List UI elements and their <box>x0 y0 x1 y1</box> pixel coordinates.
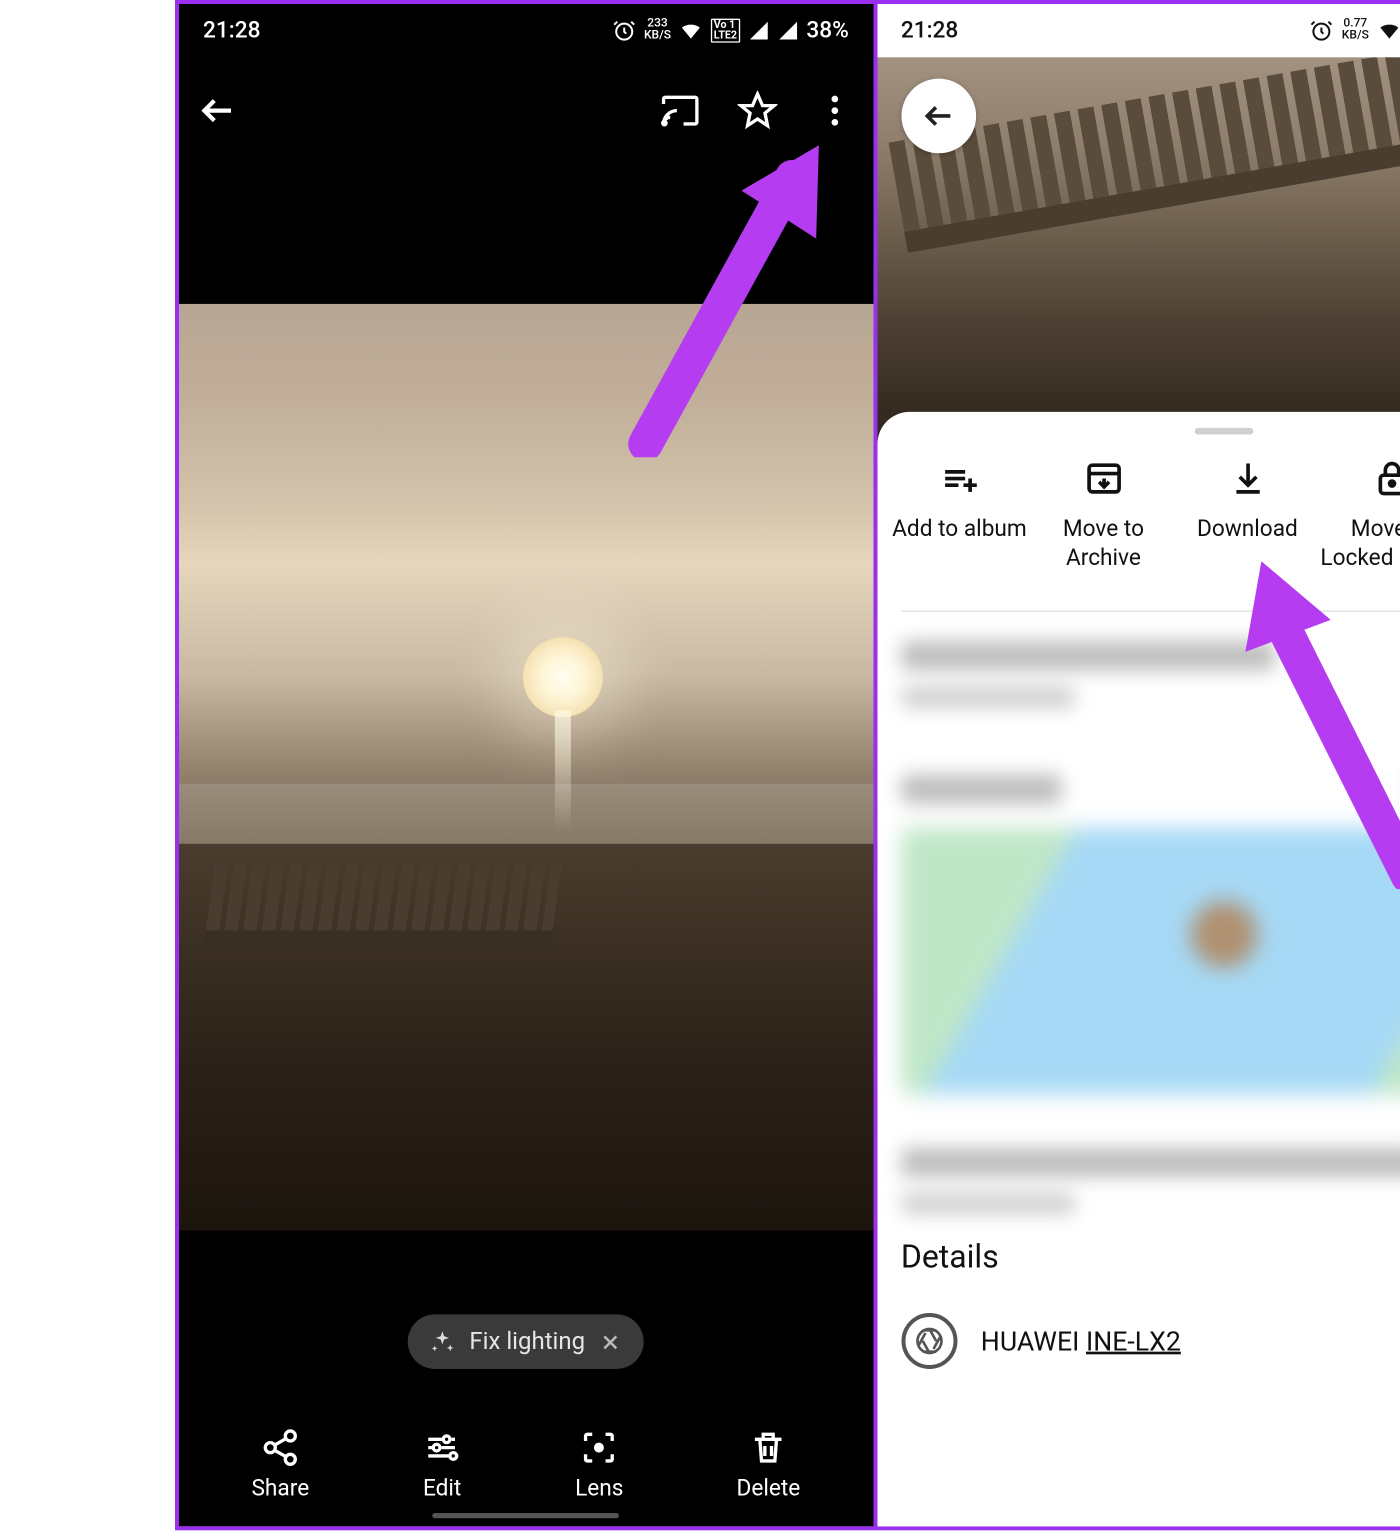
location-map[interactable] <box>901 828 1400 1095</box>
signal-icon-1 <box>748 20 769 41</box>
device-text: HUAWEI INE-LX2 <box>981 1325 1181 1357</box>
suggestion-chip[interactable]: Fix lighting <box>408 1314 644 1369</box>
wifi-icon <box>1377 19 1400 43</box>
status-time: 21:28 <box>901 17 959 44</box>
lens-button[interactable]: Lens <box>575 1428 623 1503</box>
move-to-locked-button[interactable]: Move to Locked Folder <box>1319 459 1400 574</box>
photo-view-screen: 21:28 233 KB/S Vo 1LTE2 <box>179 4 877 1526</box>
wifi-icon <box>679 19 703 43</box>
photo-details-screen: 21:28 0.77 KB/S Vo 1LTE2 38% <box>877 4 1400 1526</box>
delete-button[interactable]: Delete <box>736 1428 800 1503</box>
location-heading <box>901 775 1061 804</box>
close-icon[interactable] <box>598 1330 622 1354</box>
net-speed: 0.77 KB/S <box>1342 19 1369 43</box>
status-bar: 21:28 0.77 KB/S Vo 1LTE2 38% <box>877 4 1400 57</box>
lte-badge: Vo 1LTE2 <box>711 19 740 43</box>
share-button[interactable]: Share <box>251 1428 309 1503</box>
address-sub <box>901 1193 1074 1214</box>
address-line <box>901 1148 1400 1177</box>
add-to-album-button[interactable]: Add to album <box>887 459 1031 574</box>
more-icon[interactable] <box>814 91 854 131</box>
back-button[interactable] <box>198 91 238 131</box>
photo-content[interactable] <box>179 304 873 1230</box>
status-bar: 21:28 233 KB/S Vo 1LTE2 <box>179 4 873 57</box>
signal-icon-2 <box>777 20 798 41</box>
net-speed: 233 KB/S <box>644 19 671 43</box>
move-to-archive-button[interactable]: Move to Archive <box>1031 459 1175 574</box>
details-heading: Details <box>877 1215 1400 1276</box>
back-button[interactable] <box>901 79 976 154</box>
cast-icon[interactable] <box>660 91 700 131</box>
sparkle-icon <box>429 1328 456 1355</box>
photo-top-bar <box>179 57 873 164</box>
favorite-icon[interactable] <box>737 91 777 131</box>
bottom-sheet: Add to album Move to Archive Download Mo… <box>877 412 1400 1526</box>
alarm-icon <box>612 19 636 43</box>
aperture-icon <box>901 1313 957 1369</box>
caption-label <box>901 687 1074 708</box>
drag-handle[interactable] <box>1194 428 1253 435</box>
device-info-row: HUAWEI INE-LX2 <box>877 1276 1400 1369</box>
status-time: 21:28 <box>203 17 261 44</box>
nav-handle[interactable] <box>433 1513 620 1518</box>
battery-text: 38% <box>806 17 848 44</box>
chip-label: Fix lighting <box>469 1328 585 1356</box>
date-label <box>901 641 1274 670</box>
download-button[interactable]: Download <box>1175 459 1319 574</box>
alarm-icon <box>1310 19 1334 43</box>
edit-button[interactable]: Edit <box>422 1428 462 1503</box>
action-row: Add to album Move to Archive Download Mo… <box>877 459 1400 574</box>
photo-bottom-bar: Share Edit Lens Delete <box>179 1428 873 1503</box>
